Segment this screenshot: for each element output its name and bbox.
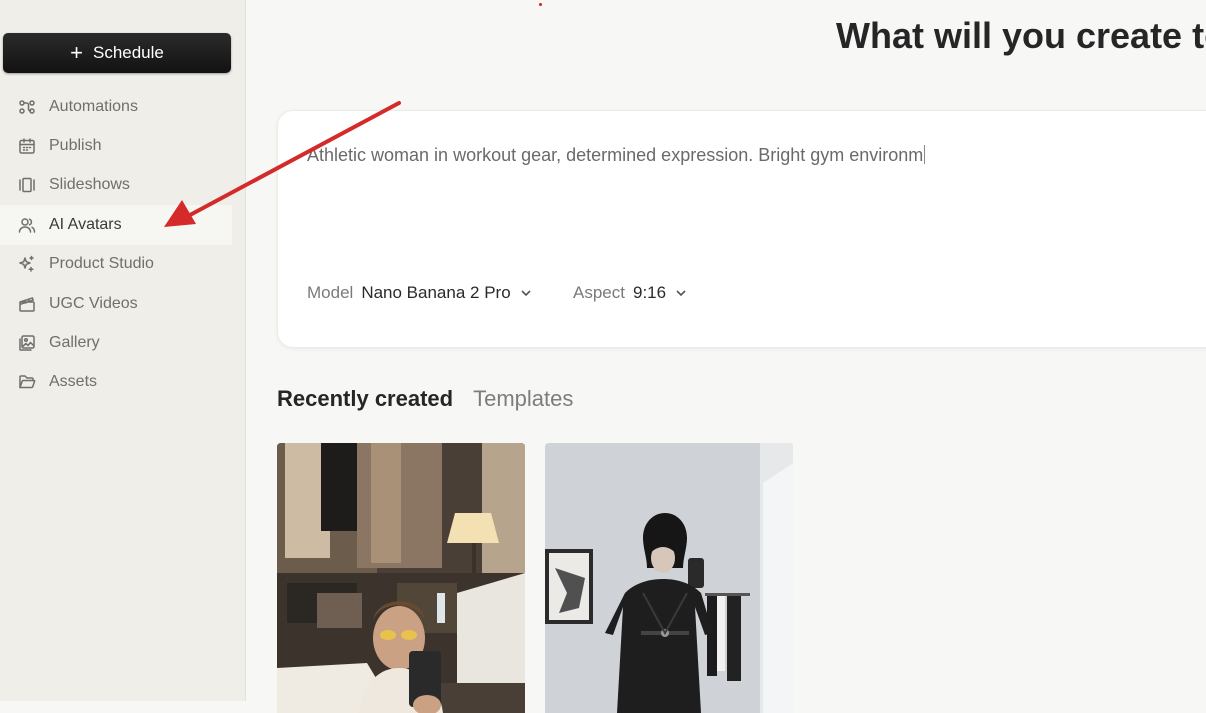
sidebar-item-label: Assets xyxy=(49,373,98,391)
prompt-input-value: Athletic woman in workout gear, determin… xyxy=(307,145,924,165)
image-icon xyxy=(18,334,36,352)
sidebar-item-gallery[interactable]: Gallery xyxy=(0,323,246,362)
sidebar-item-label: Automations xyxy=(49,97,138,115)
tab-templates[interactable]: Templates xyxy=(473,386,573,412)
sidebar-item-label: Gallery xyxy=(49,334,100,352)
sidebar-nav: Automations Publish Slideshows AI Avatar… xyxy=(0,87,246,402)
chevron-down-icon xyxy=(521,290,531,297)
tab-recently-created[interactable]: Recently created xyxy=(277,386,453,412)
schedule-button[interactable]: + Schedule xyxy=(3,33,231,73)
model-value: Nano Banana 2 Pro xyxy=(361,283,511,302)
plus-icon: + xyxy=(70,40,83,65)
sidebar-item-assets[interactable]: Assets xyxy=(0,363,246,402)
recent-image-thumbnail[interactable] xyxy=(545,443,793,713)
page-title: What will you create to xyxy=(836,15,1206,56)
sidebar-item-ai-avatars[interactable]: AI Avatars xyxy=(0,205,232,245)
clapperboard-icon xyxy=(18,295,36,313)
sparkles-icon xyxy=(18,255,36,273)
gallery-tabs: Recently created Templates xyxy=(277,386,593,412)
sidebar-item-slideshows[interactable]: Slideshows xyxy=(0,166,246,205)
prompt-card: Athletic woman in workout gear, determin… xyxy=(277,110,1206,348)
sidebar-item-label: UGC Videos xyxy=(49,294,138,312)
users-icon xyxy=(18,216,36,234)
annotation-dot xyxy=(539,3,542,6)
sidebar-item-automations[interactable]: Automations xyxy=(0,87,246,126)
folder-icon xyxy=(18,373,36,391)
aspect-selector[interactable]: Aspect 9:16 xyxy=(573,283,688,303)
bedroom-selfie-image xyxy=(277,443,525,713)
sidebar-item-ugc-videos[interactable]: UGC Videos xyxy=(0,284,246,323)
sidebar-item-label: Publish xyxy=(49,137,102,155)
sidebar-item-publish[interactable]: Publish xyxy=(0,126,246,165)
schedule-label: Schedule xyxy=(92,43,164,62)
mirror-selfie-image xyxy=(545,443,793,713)
chevron-down-icon xyxy=(676,290,686,297)
text-caret xyxy=(924,145,926,164)
sidebar-item-label: Slideshows xyxy=(49,176,130,194)
sidebar-item-label: AI Avatars xyxy=(49,215,122,233)
sidebar-item-product-studio[interactable]: Product Studio xyxy=(0,245,246,284)
model-label: Model xyxy=(307,283,354,302)
automations-icon xyxy=(18,98,36,116)
calendar-icon xyxy=(18,137,36,155)
aspect-label: Aspect xyxy=(573,283,625,302)
model-selector[interactable]: Model Nano Banana 2 Pro xyxy=(307,283,533,303)
sidebar-item-label: Product Studio xyxy=(49,255,154,273)
sidebar: + Schedule Automations Publish Slideshow… xyxy=(0,0,246,701)
recent-image-thumbnail[interactable] xyxy=(277,443,525,713)
slideshows-icon xyxy=(18,176,36,194)
aspect-value: 9:16 xyxy=(632,283,667,302)
prompt-input[interactable]: Athletic woman in workout gear, determin… xyxy=(307,145,926,166)
